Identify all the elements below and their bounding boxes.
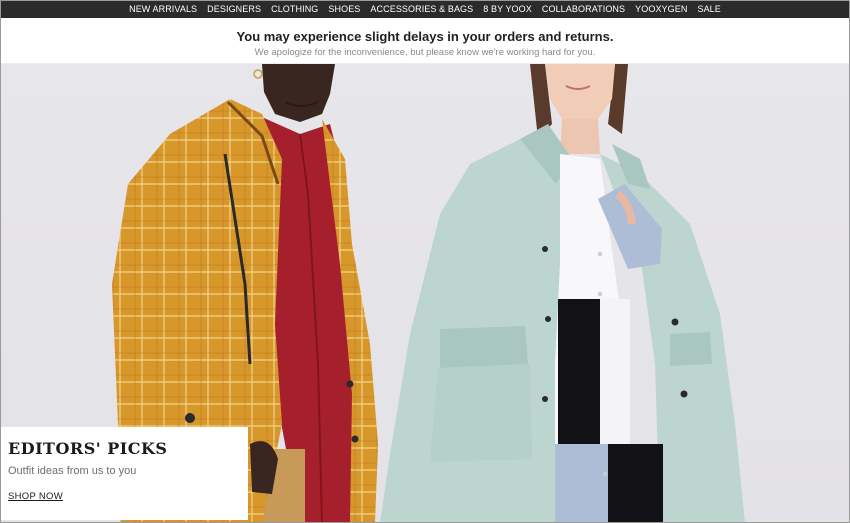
nav-yooxygen[interactable]: YOOXYGEN [635,4,687,14]
delay-notice-banner: You may experience slight delays in your… [0,18,850,64]
nav-new-arrivals[interactable]: NEW ARRIVALS [129,4,197,14]
nav-clothing[interactable]: CLOTHING [271,4,318,14]
promo-subtitle: Outfit ideas from us to you [8,465,137,477]
notice-headline: You may experience slight delays in your… [236,29,614,44]
promo-title: EDITORS' PICKS [8,439,168,458]
nav-sale[interactable]: SALE [697,4,720,14]
right-model [380,64,745,523]
nav-designers[interactable]: DESIGNERS [207,4,261,14]
editors-picks-card: EDITORS' PICKS Outfit ideas from us to y… [1,427,248,520]
nav-8-by-yoox[interactable]: 8 BY YOOX [483,4,532,14]
main-navigation: NEW ARRIVALS DESIGNERS CLOTHING SHOES AC… [0,0,850,18]
notice-subtext: We apologize for the inconvenience, but … [254,47,596,58]
nav-shoes[interactable]: SHOES [328,4,360,14]
shop-now-link[interactable]: SHOP NOW [8,491,63,502]
nav-accessories-bags[interactable]: ACCESSORIES & BAGS [370,4,473,14]
nav-collaborations[interactable]: COLLABORATIONS [542,4,625,14]
